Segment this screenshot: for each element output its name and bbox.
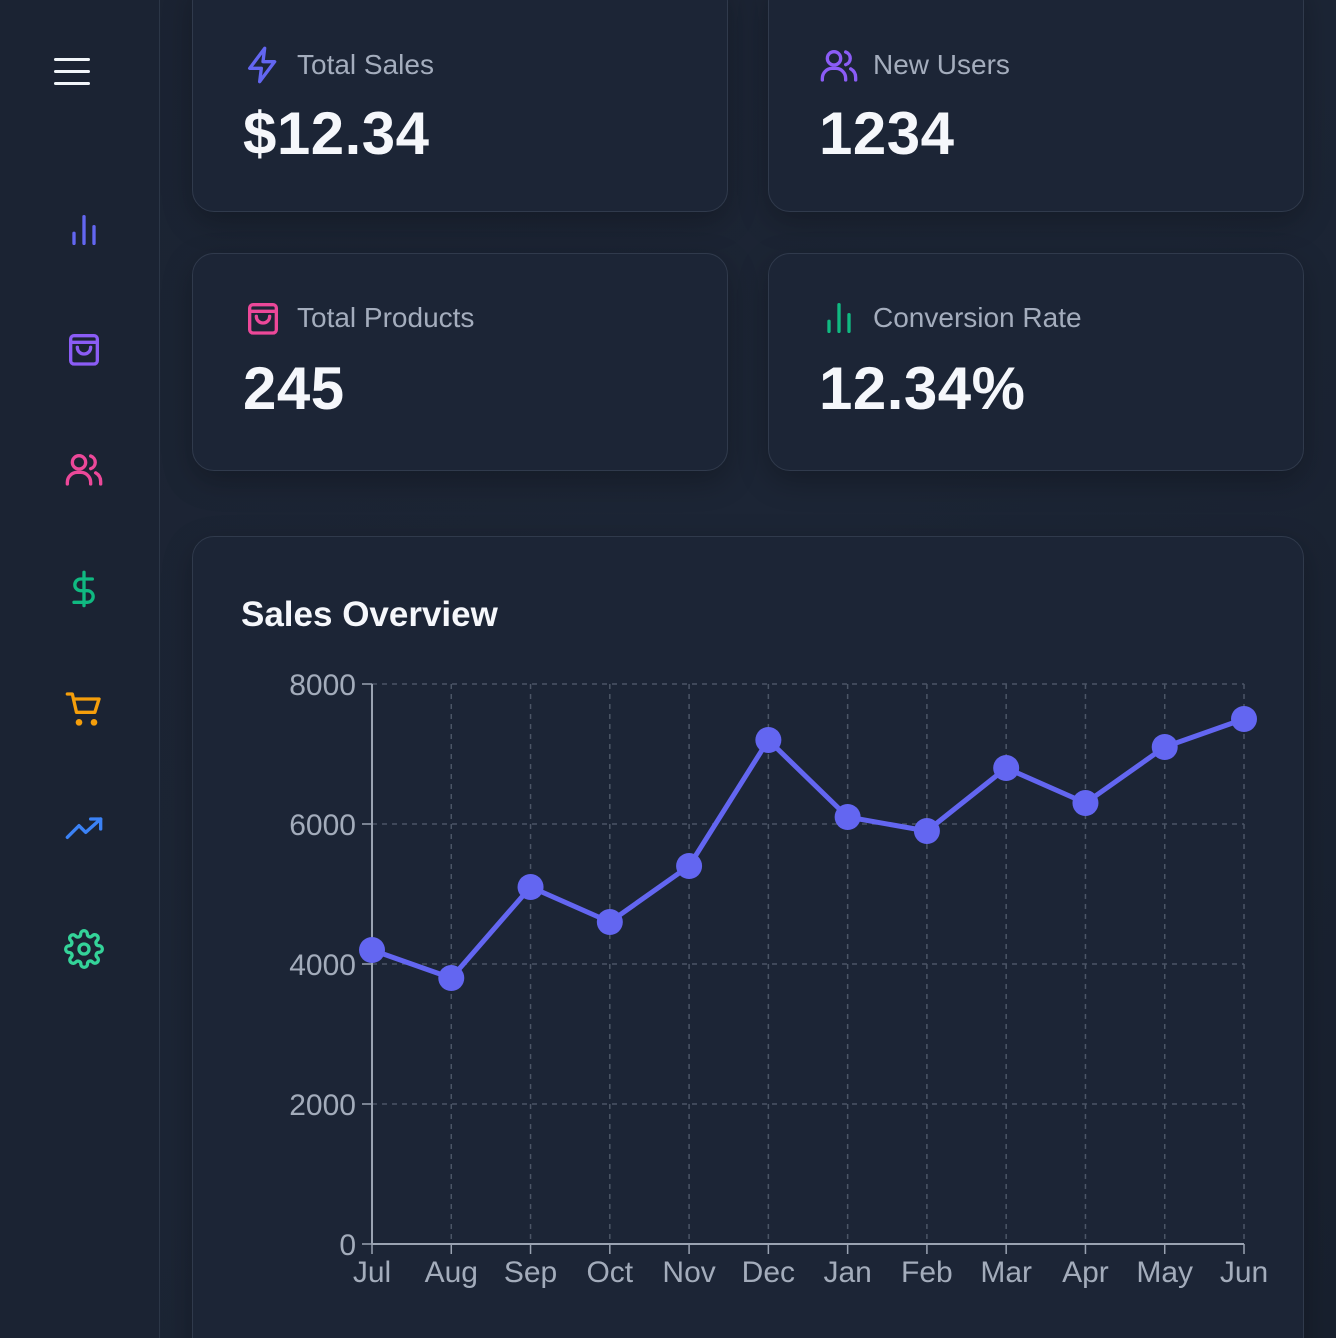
data-point (1151, 734, 1178, 760)
data-point (676, 853, 703, 879)
x-tick-label: Oct (586, 1256, 633, 1289)
x-tick-label: Jul (353, 1256, 391, 1289)
data-point (1231, 706, 1257, 732)
data-point (755, 727, 782, 753)
stat-value: 12.34% (819, 355, 1026, 422)
x-tick-label: May (1136, 1256, 1193, 1289)
hamburger-menu-icon[interactable] (52, 54, 92, 90)
data-point (834, 804, 861, 830)
series-line (371, 716, 1245, 981)
data-point (1072, 790, 1099, 816)
nav-analytics[interactable] (62, 208, 106, 252)
sales-overview-card: Sales Overview 0 2000 4000 6000 8000 Jul Aug Se… (192, 536, 1304, 1338)
stat-value: 245 (243, 355, 345, 422)
stat-label: Total Sales (297, 49, 434, 80)
nav-users[interactable] (62, 447, 106, 491)
x-tick-label: Aug (425, 1256, 478, 1289)
sales-line-chart: 02000400060008000Jul Aug Sep Oct Nov Dec Jan Fe… (289, 669, 1268, 1289)
users-icon (820, 50, 858, 82)
y-tick-label: 6000 (289, 809, 356, 842)
chart-axes: 02000400060008000Jul Aug Sep Oct Nov Dec Jan Fe… (289, 669, 1268, 1289)
stat-label: Total Products (297, 302, 475, 333)
x-tick-label: Dec (742, 1256, 795, 1289)
nav-trends[interactable] (62, 807, 106, 851)
nav-orders[interactable] (62, 687, 106, 731)
chart-grid (372, 683, 1245, 1244)
stat-label: New Users (873, 49, 1010, 80)
dashboard: Total Sales $12.34 New Users 1234 Total … (0, 0, 1336, 1338)
data-point (993, 755, 1020, 781)
stat-card-conversion-rate: Conversion Rate 12.34% (768, 253, 1304, 471)
dollar-icon (72, 570, 95, 608)
bar-chart-icon (827, 303, 851, 333)
data-point (913, 818, 940, 844)
shopping-cart-icon (65, 692, 101, 726)
y-tick-label: 4000 (289, 949, 356, 982)
x-tick-label: Apr (1062, 1256, 1109, 1289)
shopping-bag-icon (248, 303, 278, 335)
settings-icon (64, 929, 104, 969)
bar-chart-icon (72, 215, 96, 245)
stat-card-total-sales: Total Sales $12.34 (192, 0, 728, 212)
data-point (596, 909, 623, 935)
y-tick-label: 2000 (289, 1089, 356, 1122)
x-tick-label: Mar (980, 1256, 1032, 1289)
chart-series (359, 706, 1257, 991)
stat-card-new-users: New Users 1234 (768, 0, 1304, 212)
trending-up-icon (65, 817, 103, 839)
stat-label: Conversion Rate (873, 302, 1082, 333)
users-icon (65, 454, 103, 486)
sidebar (0, 0, 160, 1338)
nav-products[interactable] (62, 327, 106, 371)
stat-header: Total Products (243, 298, 474, 338)
nav-revenue[interactable] (62, 567, 106, 611)
shopping-bag-icon (69, 334, 100, 366)
x-tick-label: Sep (504, 1256, 557, 1289)
stat-value: 1234 (819, 100, 955, 167)
data-point (438, 965, 465, 991)
lightning-icon (248, 46, 277, 84)
stat-header: New Users (819, 45, 1010, 85)
y-tick-label: 8000 (289, 669, 356, 702)
x-tick-label: Nov (662, 1256, 715, 1289)
stat-card-total-products: Total Products 245 (192, 253, 728, 471)
stat-value: $12.34 (243, 100, 430, 167)
stat-header: Conversion Rate (819, 298, 1082, 338)
x-tick-label: Jan (823, 1256, 871, 1289)
data-point (517, 874, 544, 900)
x-tick-label: Jun (1220, 1256, 1268, 1289)
data-point (359, 937, 385, 963)
nav-settings[interactable] (62, 927, 106, 971)
x-tick-label: Feb (901, 1256, 953, 1289)
stat-header: Total Sales (243, 45, 434, 85)
